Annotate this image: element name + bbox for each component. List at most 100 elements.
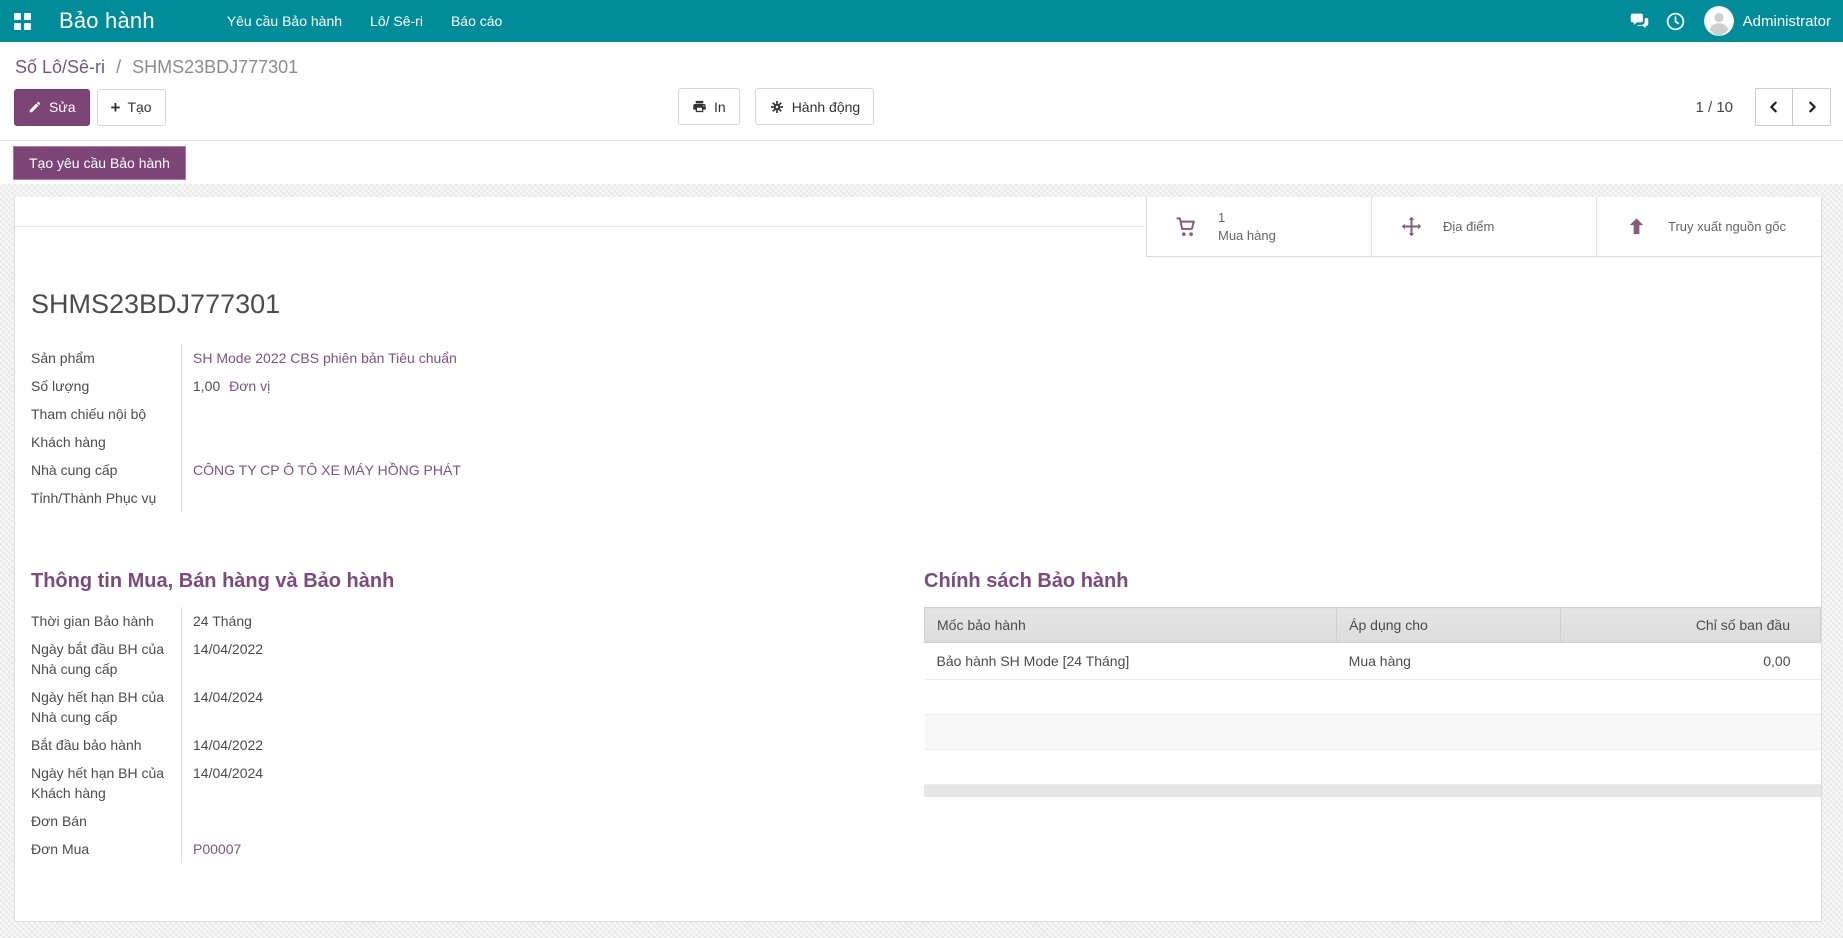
- stat-purchases-label: Mua hàng: [1218, 227, 1276, 243]
- control-panel: Số Lô/Sê-ri / SHMS23BDJ777301 Sửa + Tạo …: [0, 42, 1843, 141]
- field-row-customer-warranty-end: Ngày hết hạn BH của Khách hàng 14/04/202…: [31, 759, 671, 807]
- field-row-warranty-start: Bắt đầu bảo hành 14/04/2022: [31, 731, 671, 759]
- field-label: Đơn Bán: [31, 807, 182, 835]
- uom-link[interactable]: Đơn vị: [229, 378, 270, 394]
- arrow-up-icon: [1629, 218, 1644, 235]
- field-row-customer: Khách hàng: [31, 428, 731, 456]
- field-label: Ngày hết hạn BH của Khách hàng: [31, 759, 182, 807]
- main-field-group: Sản phẩm SH Mode 2022 CBS phiên bản Tiêu…: [31, 344, 731, 512]
- menu-lot-serial[interactable]: Lô/ Sê-ri: [356, 1, 437, 41]
- field-row-vendor-warranty-start: Ngày bắt đầu BH của Nhà cung cấp 14/04/2…: [31, 635, 671, 683]
- field-label: Ngày bắt đầu BH của Nhà cung cấp: [31, 635, 182, 683]
- statusbar: Tạo yêu cầu Bảo hành: [0, 141, 1843, 184]
- print-action-group: In Hành động: [678, 88, 875, 125]
- warranty-info-section: Thông tin Mua, Bán hàng và Bảo hành Thời…: [31, 570, 908, 863]
- vendor-link[interactable]: CÔNG TY CP Ô TÔ XE MÁY HỒNG PHÁT: [193, 462, 461, 478]
- vendor-warranty-start-value: 14/04/2022: [193, 641, 264, 657]
- form-background: 1 Mua hàng Địa điểm Truy xuất nguồn gốc …: [0, 184, 1843, 922]
- sale-order-value: [182, 807, 671, 835]
- stat-traceability-label: Truy xuất nguồn gốc: [1668, 218, 1787, 234]
- avatar: [1703, 6, 1734, 36]
- chevron-right-icon: [1804, 99, 1820, 115]
- field-row-vendor: Nhà cung cấp CÔNG TY CP Ô TÔ XE MÁY HỒNG…: [31, 456, 731, 484]
- field-label: Tham chiếu nội bộ: [31, 400, 182, 428]
- action-button[interactable]: Hành động: [754, 88, 875, 125]
- page: Bảo hành Yêu cầu Bảo hành Lô/ Sê-ri Báo …: [0, 0, 1843, 938]
- breadcrumb-parent-link[interactable]: Số Lô/Sê-ri: [15, 57, 105, 77]
- cell-applied-to: Mua hàng: [1336, 642, 1561, 680]
- user-name: Administrator: [1742, 12, 1831, 30]
- edit-button[interactable]: Sửa: [14, 88, 90, 126]
- column-header-milestone[interactable]: Mốc bảo hành: [923, 607, 1338, 643]
- warranty-info-heading: Thông tin Mua, Bán hàng và Bảo hành: [31, 570, 395, 592]
- user-menu[interactable]: Administrator: [1703, 6, 1831, 36]
- customer-warranty-end-value: 14/04/2024: [193, 765, 264, 781]
- cell-initial-index: 0,00: [1560, 642, 1821, 680]
- pager-next-button[interactable]: [1793, 88, 1831, 126]
- field-label: Nhà cung cấp: [31, 456, 182, 484]
- field-label: Số lượng: [31, 372, 182, 400]
- breadcrumb-current: SHMS23BDJ777301: [132, 57, 299, 77]
- clock-icon[interactable]: [1658, 0, 1694, 42]
- internal-ref-value: [182, 400, 731, 428]
- top-nav: Bảo hành Yêu cầu Bảo hành Lô/ Sê-ri Báo …: [0, 0, 1843, 42]
- field-row-vendor-warranty-end: Ngày hết hạn BH của Nhà cung cấp 14/04/2…: [31, 683, 671, 731]
- menu-reports[interactable]: Báo cáo: [437, 1, 516, 41]
- field-row-purchase-order: Đơn Mua P00007: [31, 835, 671, 863]
- field-label: Thời gian Bảo hành: [31, 607, 182, 635]
- column-header-initial-index[interactable]: Chỉ số ban đầu: [1560, 607, 1821, 643]
- apps-grid-icon[interactable]: [14, 12, 31, 30]
- menu-warranty-claims[interactable]: Yêu cầu Bảo hành: [213, 1, 356, 41]
- stat-button-traceability[interactable]: Truy xuất nguồn gốc: [1596, 197, 1821, 257]
- policy-table-row[interactable]: Bảo hành SH Mode [24 Tháng] Mua hàng 0,0…: [924, 642, 1821, 680]
- printer-icon: [692, 99, 707, 114]
- warranty-duration-value: 24 Tháng: [193, 613, 252, 629]
- warranty-policy-section: Chính sách Bảo hành Mốc bảo hành Áp dụng…: [908, 570, 1821, 797]
- gear-icon: [769, 99, 785, 115]
- field-label: Khách hàng: [31, 428, 182, 456]
- empty-table-row: [924, 714, 1821, 750]
- stat-button-box: 1 Mua hàng Địa điểm Truy xuất nguồn gốc: [15, 197, 1821, 257]
- pager-previous-button[interactable]: [1755, 88, 1793, 126]
- shopping-cart-icon: [1176, 217, 1195, 236]
- cell-milestone: Bảo hành SH Mode [24 Tháng]: [924, 642, 1337, 680]
- field-label: Bắt đầu bảo hành: [31, 731, 182, 759]
- warranty-policy-table: Mốc bảo hành Áp dụng cho Chỉ số ban đầu …: [923, 607, 1821, 785]
- field-label: Tỉnh/Thành Phục vụ: [31, 484, 182, 512]
- product-link[interactable]: SH Mode 2022 CBS phiên bản Tiêu chuẩn: [193, 350, 457, 366]
- warranty-start-value: 14/04/2022: [193, 737, 264, 753]
- customer-value: [182, 428, 731, 456]
- field-row-warranty-duration: Thời gian Bảo hành 24 Tháng: [31, 607, 671, 635]
- stat-button-location[interactable]: Địa điểm: [1371, 197, 1596, 257]
- chat-icon[interactable]: [1622, 0, 1658, 42]
- column-header-applied-to[interactable]: Áp dụng cho: [1336, 607, 1562, 643]
- pager-text: 1 / 10: [1695, 98, 1733, 116]
- field-label: Sản phẩm: [31, 344, 182, 372]
- field-row-internal-ref: Tham chiếu nội bộ: [31, 400, 731, 428]
- create-warranty-claim-button[interactable]: Tạo yêu cầu Bảo hành: [13, 145, 186, 180]
- quantity-value: 1,00: [193, 378, 221, 394]
- stat-location-label: Địa điểm: [1443, 218, 1495, 234]
- warranty-policy-heading: Chính sách Bảo hành: [924, 570, 1129, 592]
- arrows-move-icon: [1401, 216, 1422, 237]
- print-button[interactable]: In: [678, 88, 740, 125]
- stat-purchases-value: 1: [1218, 209, 1226, 225]
- empty-table-row: [924, 679, 1821, 715]
- create-button[interactable]: + Tạo: [96, 88, 166, 126]
- stat-button-purchases[interactable]: 1 Mua hàng: [1146, 197, 1371, 257]
- form-sheet: 1 Mua hàng Địa điểm Truy xuất nguồn gốc …: [14, 197, 1822, 922]
- app-title[interactable]: Bảo hành: [59, 8, 155, 34]
- field-label: Đơn Mua: [31, 835, 182, 863]
- purchase-order-link[interactable]: P00007: [193, 841, 241, 857]
- pencil-icon: [28, 100, 42, 114]
- control-buttons-row: Sửa + Tạo In Hành động 1 / 10: [0, 88, 1843, 126]
- field-row-quantity: Số lượng 1,00 Đơn vị: [31, 372, 731, 400]
- table-footer-bar: [924, 785, 1821, 797]
- chevron-left-icon: [1766, 99, 1782, 115]
- plus-icon: +: [110, 97, 121, 117]
- nav-menus: Yêu cầu Bảo hành Lô/ Sê-ri Báo cáo: [213, 1, 517, 41]
- empty-table-row: [924, 749, 1821, 785]
- breadcrumb-separator: /: [116, 57, 122, 77]
- button-box-divider: [15, 197, 1145, 227]
- pager: 1 / 10: [1695, 88, 1831, 126]
